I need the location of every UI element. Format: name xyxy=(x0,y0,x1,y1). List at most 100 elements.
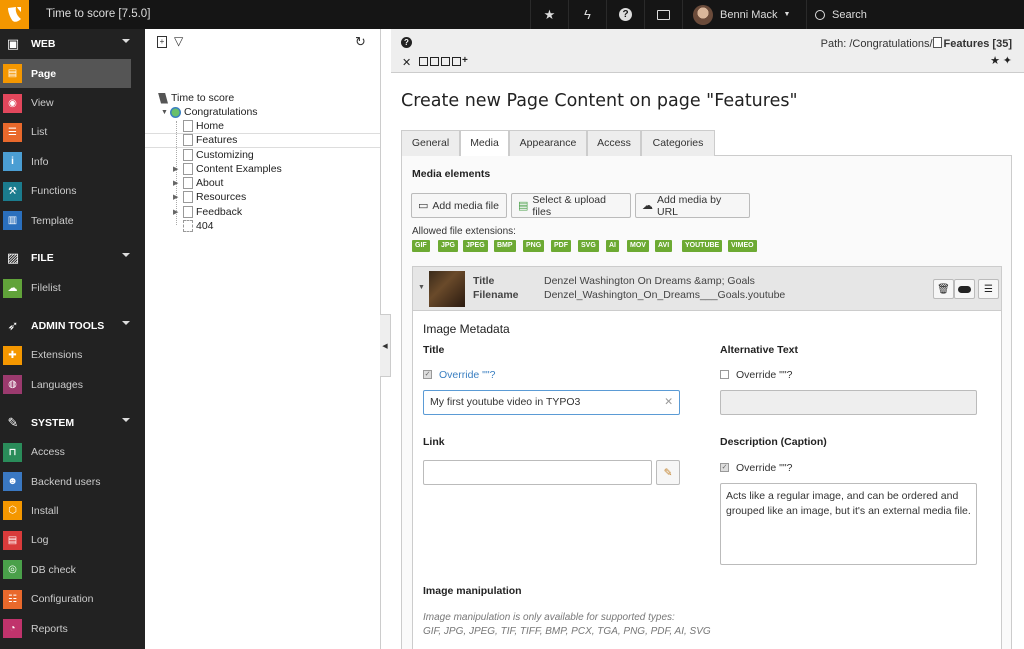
tree-node-label: Congratulations xyxy=(184,106,258,118)
tab-categories[interactable]: Categories xyxy=(641,130,715,156)
module-languages[interactable]: ◍ Languages xyxy=(0,370,145,399)
tree-node-home[interactable]: Home xyxy=(183,119,224,133)
module-view[interactable]: ◉ View xyxy=(0,88,145,117)
link-input[interactable] xyxy=(423,460,652,485)
module-label: Info xyxy=(31,155,49,168)
menu-button[interactable]: ☰ xyxy=(978,279,999,299)
description-textarea[interactable]: Acts like a regular image, and can be or… xyxy=(720,483,977,565)
image-manipulation-label: Image manipulation xyxy=(423,585,522,597)
tab-general[interactable]: General xyxy=(401,130,460,156)
bookmark-star-icon[interactable]: ★ xyxy=(990,54,1000,67)
help-icon[interactable]: ? xyxy=(401,37,412,48)
add-icon[interactable]: + xyxy=(462,55,468,66)
module-template[interactable]: ▥ Template xyxy=(0,206,145,235)
module-reports[interactable]: ◔ Reports xyxy=(0,614,145,643)
globe-icon: ◍ xyxy=(3,375,22,395)
user-menu[interactable]: Benni Mack ▼ xyxy=(682,0,806,29)
alt-override-checkbox[interactable] xyxy=(720,370,729,379)
file-filename-value: Denzel_Washington_On_Dreams___Goals.yout… xyxy=(544,289,786,301)
tree-toolbar: + ▽ ↻ xyxy=(145,29,380,55)
module-install[interactable]: ⬡ Install xyxy=(0,496,145,525)
help-icon: ? xyxy=(619,8,632,21)
system-info-button[interactable] xyxy=(644,0,682,29)
description-override-checkbox[interactable]: ✓ xyxy=(720,463,729,472)
close-icon[interactable]: ✕ xyxy=(402,56,411,69)
tree-collapse-handle[interactable]: ◀ xyxy=(380,314,391,377)
expand-arrow-icon: ▶ xyxy=(173,194,179,201)
web-icon: ▣ xyxy=(6,36,20,51)
add-media-file-button[interactable]: ▭ Add media file xyxy=(411,193,507,218)
chevron-down-icon xyxy=(122,39,130,43)
module-label: Page xyxy=(31,67,57,80)
tab-appearance[interactable]: Appearance xyxy=(509,130,587,156)
search-button[interactable]: Search xyxy=(806,0,1024,29)
filter-icon[interactable]: ▽ xyxy=(174,34,183,48)
content-area: ? ✕ + Path: /Congratulations/Features [3… xyxy=(391,29,1024,649)
list-icon: ☰ xyxy=(3,122,22,142)
tab-media[interactable]: Media xyxy=(460,130,509,157)
module-functions[interactable]: ⚒ Functions xyxy=(0,177,145,206)
save-close-icon[interactable] xyxy=(452,57,461,66)
module-db-check[interactable]: ◎ DB check xyxy=(0,555,145,584)
refresh-icon[interactable]: ↻ xyxy=(355,34,366,50)
module-group-file[interactable]: ▨ FILE xyxy=(0,243,145,273)
tree-node-404[interactable]: 404 xyxy=(183,219,214,233)
tree-root[interactable]: Time to score xyxy=(158,91,234,105)
module-label: Access xyxy=(31,446,65,459)
link-wizard-icon: ✎ xyxy=(663,466,673,479)
module-extensions[interactable]: ✚ Extensions xyxy=(0,341,145,370)
module-filelist[interactable]: ☁ Filelist xyxy=(0,273,145,302)
module-info[interactable]: i Info xyxy=(0,147,145,176)
module-label: DB check xyxy=(31,563,76,576)
clear-cache-button[interactable]: ϟ xyxy=(568,0,606,29)
puzzle-icon: ✚ xyxy=(3,345,22,365)
title-input[interactable]: My first youtube video in TYPO3 ✕ xyxy=(423,390,680,415)
module-group-web[interactable]: ▣ WEB xyxy=(0,29,145,59)
save-icon[interactable] xyxy=(419,57,428,66)
save-new-icon[interactable] xyxy=(441,57,450,66)
module-backend-users[interactable]: ☻ Backend users xyxy=(0,467,145,496)
module-group-admin-tools[interactable]: ➶ ADMIN TOOLS xyxy=(0,311,145,341)
module-access[interactable]: ⊓ Access xyxy=(0,438,145,467)
tree-node-customizing[interactable]: Customizing xyxy=(183,148,254,162)
module-page[interactable]: ▤ Page xyxy=(0,59,131,89)
new-page-icon[interactable]: + xyxy=(157,36,167,48)
module-label: Languages xyxy=(31,378,83,391)
bookmark-star-button[interactable]: ★ xyxy=(530,0,568,29)
module-configuration[interactable]: ☷ Configuration xyxy=(0,584,145,613)
tree-node-content-examples[interactable]: ▶ Content Examples xyxy=(173,162,282,176)
alt-text-input[interactable] xyxy=(720,390,977,415)
typo3-logo[interactable] xyxy=(0,0,29,29)
tab-access[interactable]: Access xyxy=(587,130,641,156)
ext-badge: YOUTUBE xyxy=(682,240,723,252)
module-list[interactable]: ☰ List xyxy=(0,118,145,147)
tree-node-features[interactable]: Features xyxy=(183,133,237,147)
tree-node-resources[interactable]: ▶ Resources xyxy=(173,190,246,204)
toggle-visibility-button[interactable] xyxy=(954,279,975,299)
module-label: Functions xyxy=(31,185,77,198)
page-icon xyxy=(183,163,193,175)
chevron-down-icon xyxy=(122,320,130,325)
media-elements-label: Media elements xyxy=(412,168,491,180)
page-icon xyxy=(183,149,193,161)
module-group-system[interactable]: ✎ SYSTEM xyxy=(0,408,145,438)
tree-node-about[interactable]: ▶ About xyxy=(173,176,223,190)
page-icon xyxy=(183,206,193,218)
module-group-label: SYSTEM xyxy=(31,416,75,429)
file-reference-header[interactable]: ▼ Title Filename Denzel Washington On Dr… xyxy=(412,266,1002,311)
help-button[interactable]: ? xyxy=(606,0,644,29)
tree-node-congratulations[interactable]: ▼ Congratulations xyxy=(161,105,258,119)
title-override-checkbox[interactable]: ✓ xyxy=(423,370,432,379)
save-view-icon[interactable] xyxy=(430,57,439,66)
add-media-by-url-button[interactable]: ☁ Add media by URL xyxy=(635,193,750,218)
page-icon: ▤ xyxy=(3,64,22,84)
module-log[interactable]: ▤ Log xyxy=(0,526,145,555)
fullscreen-icon[interactable]: ✦ xyxy=(1003,54,1012,67)
delete-button[interactable]: 🗑 xyxy=(933,279,954,299)
link-browser-button[interactable]: ✎ xyxy=(656,460,680,485)
select-upload-files-button[interactable]: ▤ Select & upload files xyxy=(511,193,631,218)
button-label: Add media by URL xyxy=(657,193,722,218)
clear-icon[interactable]: ✕ xyxy=(664,391,673,414)
tree-node-feedback[interactable]: ▶ Feedback xyxy=(173,205,242,219)
install-icon: ⬡ xyxy=(3,501,22,521)
